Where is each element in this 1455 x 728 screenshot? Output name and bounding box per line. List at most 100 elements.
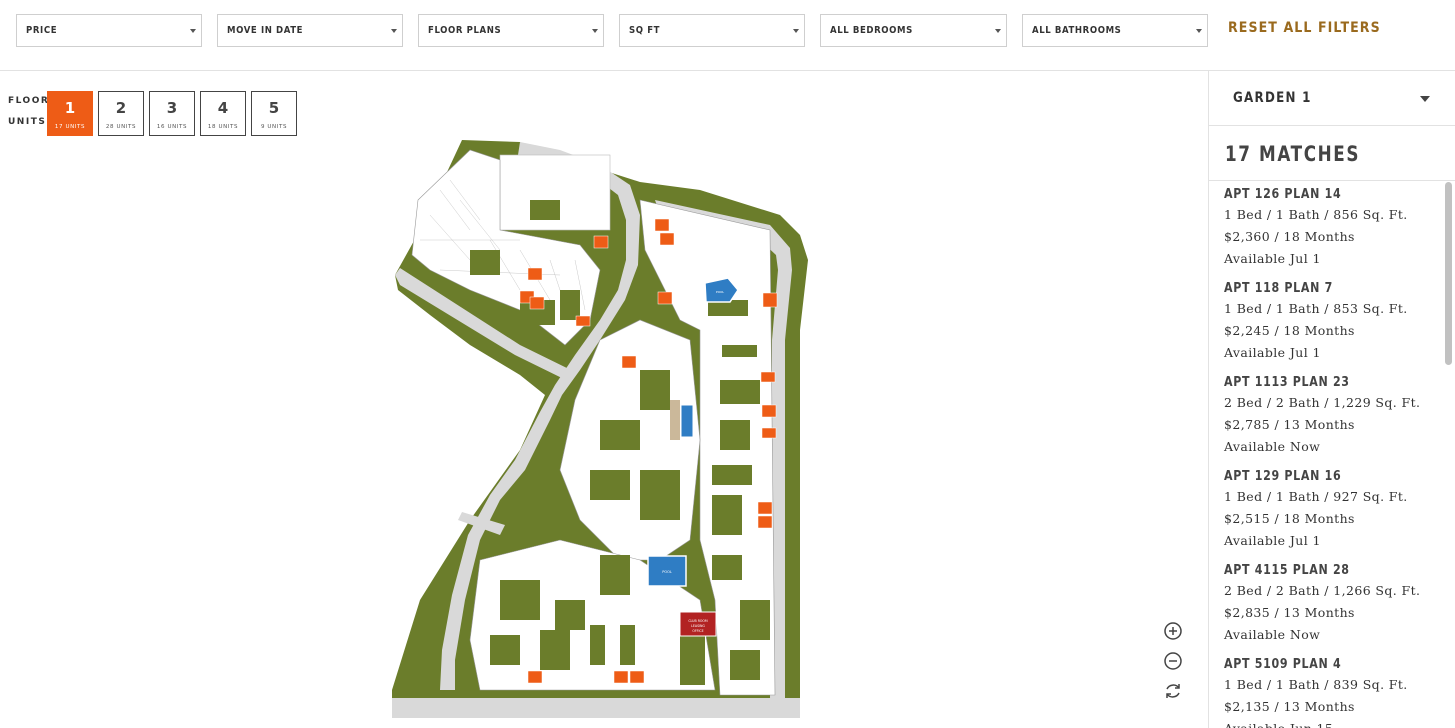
- available-unit[interactable]: [527, 267, 543, 281]
- apartment-list-item[interactable]: APT 4115 PLAN 28 2 Bed / 2 Bath / 1,266 …: [1224, 563, 1444, 646]
- apartment-title: APT 129 PLAN 16: [1224, 469, 1342, 484]
- apartment-title: APT 1113 PLAN 23: [1224, 375, 1350, 390]
- bathrooms-filter[interactable]: ALL BATHROOMS: [1022, 14, 1208, 47]
- clubroom-label-line2: LEASING: [691, 624, 705, 628]
- chevron-down-icon: [1196, 29, 1202, 33]
- apartment-details: 1 Bed / 1 Bath / 927 Sq. Ft.: [1224, 489, 1408, 504]
- floor-button-5[interactable]: 5 9 UNITS: [251, 91, 297, 136]
- clubroom-label-line1: CLUB ROOM: [688, 619, 708, 623]
- match-count-header: 17 MATCHES: [1209, 126, 1455, 181]
- sq-ft-filter-label: SQ FT: [629, 25, 661, 36]
- available-unit[interactable]: [621, 355, 637, 369]
- apartment-availability: Available Jul 1: [1224, 345, 1321, 360]
- move-in-date-filter[interactable]: MOVE IN DATE: [217, 14, 403, 47]
- apartment-list-item[interactable]: APT 126 PLAN 14 1 Bed / 1 Bath / 856 Sq.…: [1224, 187, 1444, 270]
- chevron-down-icon: [1420, 96, 1430, 102]
- chevron-down-icon: [793, 29, 799, 33]
- floor-button-1[interactable]: 1 17 UNITS: [47, 91, 93, 136]
- chevron-down-icon: [592, 29, 598, 33]
- apartment-list-item[interactable]: APT 1113 PLAN 23 2 Bed / 2 Bath / 1,229 …: [1224, 375, 1444, 458]
- plus-circle-icon: [1164, 622, 1182, 640]
- available-unit[interactable]: [575, 315, 591, 327]
- apartment-price: $2,245 / 18 Months: [1224, 323, 1355, 338]
- price-filter[interactable]: PRICE: [16, 14, 202, 47]
- scrollbar-thumb[interactable]: [1445, 182, 1452, 365]
- available-unit[interactable]: [760, 371, 776, 383]
- apartment-list: APT 126 PLAN 14 1 Bed / 1 Bath / 856 Sq.…: [1209, 181, 1455, 728]
- available-unit[interactable]: [654, 218, 670, 232]
- floor-number: 3: [166, 99, 178, 117]
- available-unit[interactable]: [761, 427, 777, 439]
- apartment-price: $2,835 / 13 Months: [1224, 605, 1355, 620]
- bedrooms-filter[interactable]: ALL BEDROOMS: [820, 14, 1007, 47]
- floor-number: 1: [64, 99, 76, 117]
- bottom-road-edge: [392, 718, 800, 728]
- apartment-availability: Available Jul 1: [1224, 533, 1321, 548]
- move-in-date-filter-label: MOVE IN DATE: [227, 25, 304, 36]
- floor-button-3[interactable]: 3 16 UNITS: [149, 91, 195, 136]
- available-unit[interactable]: [629, 670, 645, 684]
- clubroom-label-line3: OFFICE: [692, 629, 703, 633]
- floor-unit-count: 17 UNITS: [54, 124, 86, 130]
- apartment-details: 2 Bed / 2 Bath / 1,229 Sq. Ft.: [1224, 395, 1421, 410]
- apartment-details: 2 Bed / 2 Bath / 1,266 Sq. Ft.: [1224, 583, 1421, 598]
- minus-circle-icon: [1164, 652, 1182, 670]
- zoom-in-button[interactable]: [1162, 620, 1184, 642]
- apartment-list-item[interactable]: APT 118 PLAN 7 1 Bed / 1 Bath / 853 Sq. …: [1224, 281, 1444, 364]
- units-label: UNITS: [8, 117, 47, 127]
- north-pool-label: POOL: [716, 290, 725, 294]
- apartment-list-item[interactable]: APT 5109 PLAN 4 1 Bed / 1 Bath / 839 Sq.…: [1224, 657, 1444, 728]
- reset-all-filters-link[interactable]: RESET ALL FILTERS: [1228, 20, 1381, 36]
- apartment-title: APT 5109 PLAN 4: [1224, 657, 1342, 672]
- floor-plans-filter[interactable]: FLOOR PLANS: [418, 14, 604, 47]
- floor-unit-count: 18 UNITS: [207, 124, 239, 130]
- building-name: GARDEN 1: [1233, 90, 1312, 106]
- sq-ft-filter[interactable]: SQ FT: [619, 14, 805, 47]
- apartment-availability: Available Jun 15: [1224, 718, 1444, 728]
- floor-number: 2: [115, 99, 127, 117]
- available-unit[interactable]: [762, 292, 778, 308]
- site-plan-map[interactable]: POOL POOL CLUB ROOM LEASING OFFICE: [385, 135, 815, 728]
- apartment-title: APT 4115 PLAN 28: [1224, 563, 1350, 578]
- apartment-title: APT 126 PLAN 14: [1224, 187, 1342, 202]
- available-unit[interactable]: [761, 404, 777, 418]
- bottom-road: [392, 698, 800, 718]
- refresh-icon: [1166, 684, 1180, 698]
- available-unit[interactable]: [527, 670, 543, 684]
- building-select[interactable]: GARDEN 1: [1209, 71, 1455, 126]
- results-panel: GARDEN 1 17 MATCHES APT 126 PLAN 14 1 Be…: [1208, 71, 1455, 728]
- chevron-down-icon: [391, 29, 397, 33]
- reset-map-button[interactable]: [1162, 680, 1184, 702]
- available-unit[interactable]: [757, 501, 773, 515]
- apartment-availability: Available Now: [1224, 627, 1321, 642]
- apartment-details: 1 Bed / 1 Bath / 853 Sq. Ft.: [1224, 301, 1408, 316]
- floor-unit-count: 9 UNITS: [260, 124, 288, 130]
- apartment-title: APT 118 PLAN 7: [1224, 281, 1333, 296]
- south-pool-label: POOL: [662, 570, 672, 574]
- apartment-price: $2,360 / 18 Months: [1224, 229, 1355, 244]
- apartment-price: $2,515 / 18 Months: [1224, 511, 1355, 526]
- available-unit[interactable]: [757, 515, 773, 529]
- match-count: 17 MATCHES: [1225, 142, 1361, 166]
- floor-number: 5: [268, 99, 280, 117]
- floor-number: 4: [217, 99, 229, 117]
- apartment-price: $2,785 / 13 Months: [1224, 417, 1355, 432]
- available-unit[interactable]: [593, 235, 609, 249]
- available-unit[interactable]: [529, 296, 545, 310]
- floor-button-2[interactable]: 2 28 UNITS: [98, 91, 144, 136]
- middle-pool-deck: [670, 400, 680, 440]
- apartment-availability: Available Now: [1224, 439, 1321, 454]
- apartment-list-item[interactable]: APT 129 PLAN 16 1 Bed / 1 Bath / 927 Sq.…: [1224, 469, 1444, 552]
- floor-unit-count: 28 UNITS: [105, 124, 137, 130]
- floor-button-4[interactable]: 4 18 UNITS: [200, 91, 246, 136]
- filter-bar: PRICE MOVE IN DATE FLOOR PLANS SQ FT ALL…: [0, 0, 1455, 71]
- available-unit[interactable]: [659, 232, 675, 246]
- apartment-price: $2,135 / 13 Months: [1224, 699, 1355, 714]
- bedrooms-filter-label: ALL BEDROOMS: [830, 25, 913, 36]
- chevron-down-icon: [190, 29, 196, 33]
- available-unit[interactable]: [657, 291, 673, 305]
- zoom-out-button[interactable]: [1162, 650, 1184, 672]
- available-unit[interactable]: [613, 670, 629, 684]
- floor-unit-count: 16 UNITS: [156, 124, 188, 130]
- bathrooms-filter-label: ALL BATHROOMS: [1032, 25, 1122, 36]
